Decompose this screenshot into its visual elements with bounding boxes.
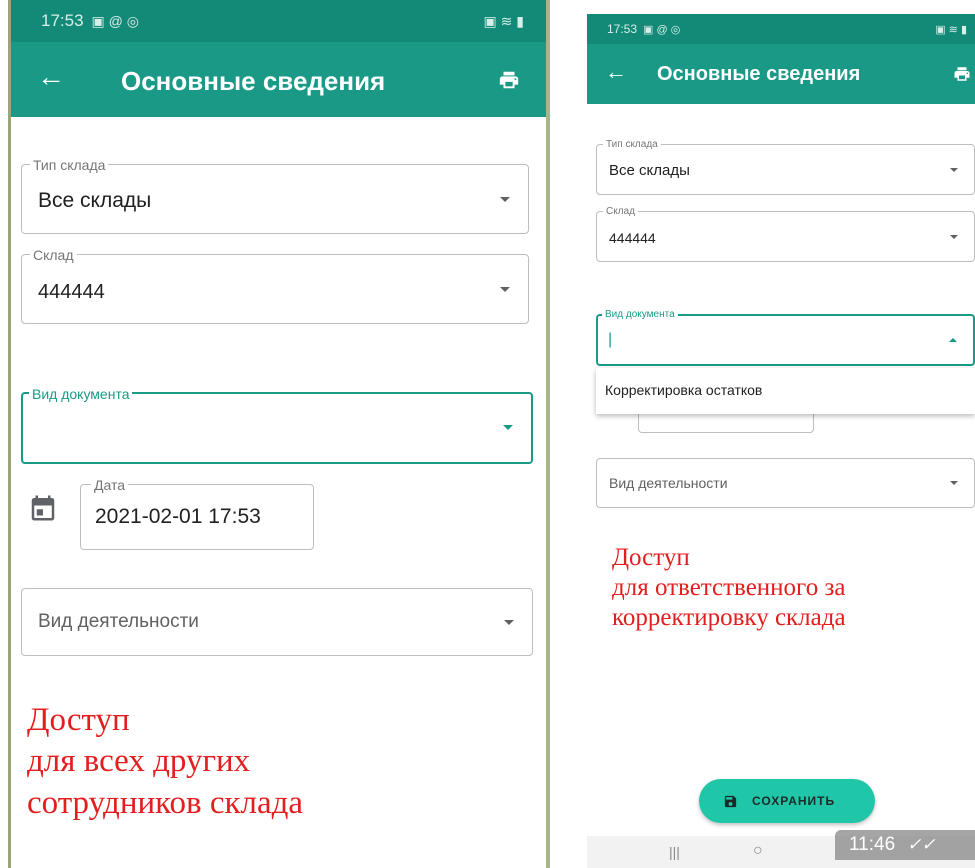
- dropdown-caret-icon: [504, 620, 514, 625]
- page-title: Основные сведения: [657, 63, 861, 85]
- dropdown-menu: Корректировка остатков: [596, 368, 975, 414]
- warehouse-label: Склад: [30, 247, 77, 263]
- calendar-icon[interactable]: [28, 492, 58, 524]
- status-system-icons: ▣ ≋ ▮: [935, 23, 967, 36]
- clock-badge-time: 11:46: [849, 834, 896, 855]
- clock-badge: 11:46 ✓✓: [835, 830, 975, 860]
- date-label: Дата: [91, 477, 129, 493]
- dropdown-caret-icon: [500, 197, 510, 202]
- warehouse-select[interactable]: Склад 444444: [21, 247, 529, 324]
- warehouse-type-value: Все склады: [38, 189, 152, 212]
- date-field[interactable]: Дата 2021-02-01 17:53: [80, 477, 314, 550]
- home-icon[interactable]: ○: [753, 842, 763, 860]
- access-note: Доступ для ответственного за корректиров…: [612, 544, 846, 631]
- document-type-label: Вид документа: [602, 309, 678, 320]
- warehouse-select[interactable]: Склад 444444: [596, 206, 975, 262]
- activity-type-placeholder: Вид деятельности: [609, 475, 728, 491]
- warehouse-type-label: Тип склада: [30, 157, 109, 173]
- warehouse-type-value: Все склады: [609, 162, 690, 179]
- warehouse-type-select[interactable]: Тип склада Все склады: [21, 157, 529, 234]
- warehouse-value: 444444: [38, 281, 105, 303]
- dropdown-option-stock-adjustment[interactable]: Корректировка остатков: [605, 382, 762, 398]
- document-type-cursor: |: [608, 331, 613, 348]
- app-bar: ← Основные сведения: [11, 42, 546, 117]
- status-bar: 17:53 ▣ @ ◎ ▣ ≋ ▮: [587, 14, 975, 44]
- right-phone-screen: 17:53 ▣ @ ◎ ▣ ≋ ▮ ← Основные сведения Ти…: [587, 14, 975, 868]
- activity-type-placeholder: Вид деятельности: [38, 611, 199, 632]
- dropdown-caret-icon: [500, 287, 510, 292]
- warehouse-type-select[interactable]: Тип склада Все склады: [596, 139, 975, 195]
- date-value: 2021-02-01 17:53: [95, 505, 261, 528]
- document-type-label: Вид документа: [29, 386, 133, 402]
- double-check-icon: ✓✓: [907, 835, 936, 854]
- save-button-label: СОХРАНИТЬ: [752, 794, 836, 808]
- document-type-select[interactable]: Вид документа: [21, 386, 533, 464]
- dropdown-caret-icon: [503, 425, 513, 430]
- warehouse-value: 444444: [609, 230, 656, 246]
- print-icon[interactable]: [953, 65, 971, 83]
- recent-apps-icon[interactable]: |||: [669, 844, 680, 860]
- print-icon[interactable]: [498, 69, 520, 91]
- status-notification-icons: ▣ @ ◎: [91, 12, 139, 29]
- save-button[interactable]: СОХРАНИТЬ: [699, 779, 875, 823]
- access-note: Доступ для всех других сотрудников склад…: [27, 702, 304, 821]
- back-arrow-icon[interactable]: ←: [37, 62, 65, 92]
- dropdown-caret-icon: [950, 235, 958, 239]
- save-icon: [724, 795, 737, 807]
- status-time: 17:53: [41, 11, 84, 30]
- warehouse-type-label: Тип склада: [603, 139, 661, 150]
- back-arrow-icon[interactable]: ←: [605, 60, 627, 84]
- dropdown-caret-icon: [950, 481, 958, 485]
- app-bar: ← Основные сведения: [587, 44, 975, 104]
- document-type-select[interactable]: Вид документа |: [596, 309, 975, 366]
- dropdown-caret-icon: [950, 168, 958, 172]
- page-title: Основные сведения: [121, 66, 386, 96]
- activity-type-select[interactable]: Вид деятельности: [596, 458, 975, 508]
- status-bar: 17:53 ▣ @ ◎ ▣ ≋ ▮: [11, 0, 546, 42]
- left-phone-screen: 17:53 ▣ @ ◎ ▣ ≋ ▮ ← Основные сведения Ти…: [8, 0, 550, 868]
- dropdown-caret-up-icon: [949, 338, 957, 342]
- status-notification-icons: ▣ @ ◎: [643, 23, 681, 36]
- activity-type-select[interactable]: Вид деятельности: [21, 588, 533, 656]
- status-system-icons: ▣ ≋ ▮: [483, 12, 524, 29]
- warehouse-label: Склад: [603, 206, 638, 217]
- status-time: 17:53: [607, 22, 638, 36]
